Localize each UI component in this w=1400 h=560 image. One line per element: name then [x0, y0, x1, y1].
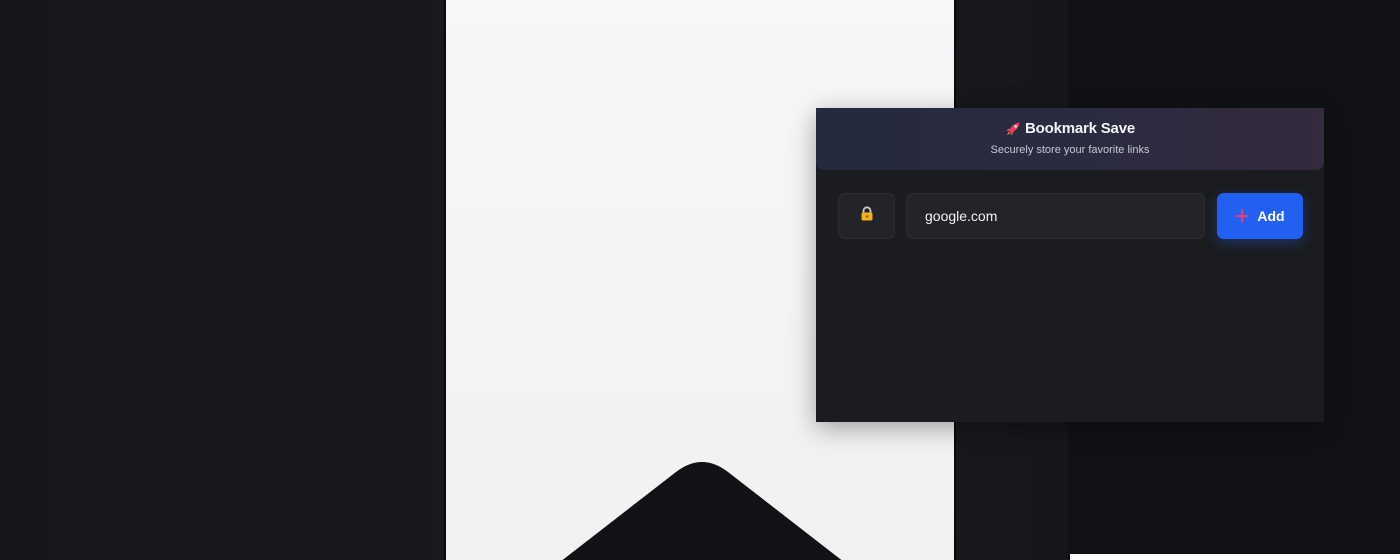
plus-icon — [1235, 209, 1249, 223]
extension-popup: Bookmark Save Securely store your favori… — [816, 108, 1324, 422]
bottom-edge-strip — [1070, 554, 1400, 560]
popup-title: Bookmark Save — [1025, 120, 1135, 137]
popup-header: Bookmark Save Securely store your favori… — [816, 108, 1324, 170]
add-button[interactable]: Add — [1217, 193, 1303, 239]
lock-icon — [860, 206, 874, 226]
popup-subtitle: Securely store your favorite links — [990, 144, 1150, 156]
lock-button[interactable] — [838, 193, 895, 239]
add-button-label: Add — [1257, 208, 1285, 224]
background-stage: Bookmark Save Securely store your favori… — [0, 0, 1400, 560]
bookmark-input-row: Add — [838, 193, 1303, 239]
popup-title-row: Bookmark Save — [816, 120, 1324, 137]
rocket-icon — [1005, 121, 1021, 137]
url-input[interactable] — [906, 193, 1205, 239]
